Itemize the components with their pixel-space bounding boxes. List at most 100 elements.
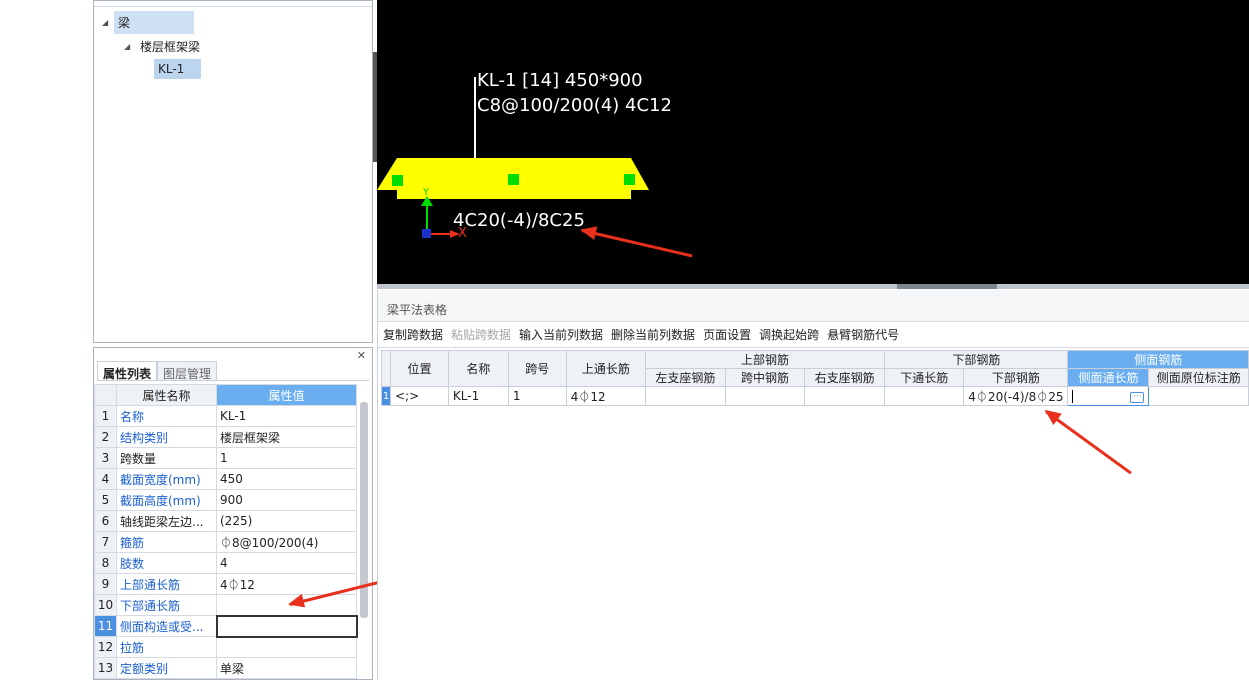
property-row-index: 4: [94, 468, 117, 490]
property-name: 箍筋: [116, 531, 217, 553]
collapse-triangle-icon[interactable]: ◢: [102, 18, 114, 27]
tree-node-floor-frame-beam[interactable]: ◢ 楼层框架梁: [124, 35, 204, 58]
grid-toolbar: 复制跨数据 粘贴跨数据 输入当前列数据 删除当前列数据 页面设置 调换起始跨 悬…: [378, 322, 1249, 348]
property-value[interactable]: 楼层框架梁: [216, 426, 357, 448]
cell-side-original[interactable]: [1148, 386, 1249, 406]
panel-title: 梁平法表格: [378, 290, 1249, 322]
tree-node-kl-1[interactable]: KL-1: [154, 59, 201, 79]
property-row[interactable]: 9 上部通长筋 4⏀12: [94, 573, 357, 595]
collapse-triangle-icon[interactable]: ◢: [124, 42, 136, 51]
beam-bottom-band: [397, 190, 631, 199]
header-mid-span: 跨中钢筋: [724, 368, 806, 387]
property-row-index: 8: [94, 552, 117, 574]
property-value[interactable]: 900: [216, 489, 357, 511]
property-name: 轴线距梁左边...: [116, 510, 217, 532]
property-row[interactable]: 2 结构类别 楼层框架梁: [94, 426, 357, 448]
property-row[interactable]: 13 定额类别 单梁: [94, 657, 357, 679]
property-row[interactable]: 3 跨数量 1: [94, 447, 357, 469]
header-position: 位置: [390, 350, 449, 387]
property-name: 侧面构造或受...: [116, 615, 217, 637]
beam-node: [624, 174, 635, 185]
property-value[interactable]: 1: [216, 447, 357, 469]
text-caret: [1072, 390, 1074, 403]
cell-bottom-bars[interactable]: 4⏀20(-4)/8⏀25: [963, 386, 1069, 406]
cell-name[interactable]: KL-1: [447, 386, 509, 406]
property-value[interactable]: (225): [216, 510, 357, 532]
property-value[interactable]: ⏀8@100/200(4): [216, 531, 357, 553]
cell-left-support[interactable]: [644, 386, 726, 406]
beam-flat-table-panel: 梁平法表格 复制跨数据 粘贴跨数据 输入当前列数据 删除当前列数据 页面设置 调…: [377, 290, 1249, 680]
input-column-data-button[interactable]: 输入当前列数据: [519, 326, 603, 343]
property-row-index: 5: [94, 489, 117, 511]
copy-span-data-button[interactable]: 复制跨数据: [383, 326, 443, 343]
header-left-support: 左支座钢筋: [644, 368, 726, 387]
property-value[interactable]: KL-1: [216, 405, 357, 427]
property-value[interactable]: 4: [216, 552, 357, 574]
cell-span[interactable]: 1: [507, 386, 567, 406]
property-row[interactable]: 7 箍筋 ⏀8@100/200(4): [94, 531, 357, 553]
cell-top-through[interactable]: 4⏀12: [565, 386, 646, 406]
property-row-index: 11: [94, 615, 117, 637]
property-row[interactable]: 5 截面高度(mm) 900: [94, 489, 357, 511]
property-row[interactable]: 4 截面宽度(mm) 450: [94, 468, 357, 490]
beam-bottom-label: 4C20(-4)/8C25: [453, 210, 585, 231]
property-panel: ✕ 属性列表 图层管理 属性名称 属性值 1 名称 KL-1 2 结构类别 楼层框架梁 3 跨…: [93, 347, 373, 680]
row-index[interactable]: 1: [381, 386, 391, 406]
property-name: 定额类别: [116, 657, 217, 679]
property-name: 跨数量: [116, 447, 217, 469]
header-right-support: 右支座钢筋: [804, 368, 886, 387]
delete-column-data-button[interactable]: 删除当前列数据: [611, 326, 695, 343]
component-tree-panel: ◢ 梁 ◢ 楼层框架梁 KL-1: [93, 0, 373, 343]
property-row-index: 1: [94, 405, 117, 427]
property-row-index: 7: [94, 531, 117, 553]
tab-layer-management[interactable]: 图层管理: [157, 361, 218, 381]
cell-position[interactable]: <;>: [390, 386, 449, 406]
header-bottom-through: 下通长筋: [884, 368, 965, 387]
header-top-rebar-group: 上部钢筋: [644, 350, 886, 369]
property-row[interactable]: 1 名称 KL-1: [94, 405, 357, 427]
splitter-handle[interactable]: [897, 284, 997, 289]
property-row[interactable]: 6 轴线距梁左边... (225): [94, 510, 357, 532]
drawing-canvas[interactable]: KL-1 [14] 450*900 C8@100/200(4) 4C12 4C2…: [377, 0, 1249, 286]
cell-mid-span[interactable]: [724, 386, 806, 406]
beam-drawing: [377, 77, 649, 238]
property-row[interactable]: 12 拉筋: [94, 636, 357, 658]
property-value[interactable]: 单梁: [216, 657, 357, 679]
property-table: 属性名称 属性值 1 名称 KL-1 2 结构类别 楼层框架梁 3 跨数量 1 4 截面宽度(mm)…: [94, 384, 358, 679]
header-top-through: 上通长筋: [565, 350, 646, 387]
canvas-bottom-bar: [377, 284, 1249, 289]
property-name: 结构类别: [116, 426, 217, 448]
property-value[interactable]: 450: [216, 468, 357, 490]
header-bottom-rebar-group: 下部钢筋: [884, 350, 1069, 369]
header-index: [94, 384, 117, 406]
cell-side-through[interactable]: ···: [1067, 386, 1150, 406]
property-value[interactable]: [215, 614, 358, 638]
grid-header-row-1: 位置 名称 跨号 上通长筋 上部钢筋 下部钢筋 侧面钢筋: [381, 350, 1249, 387]
header-bottom-bars: 下部钢筋: [963, 368, 1069, 387]
paste-span-data-button[interactable]: 粘贴跨数据: [451, 326, 511, 343]
axis-origin: [422, 229, 431, 238]
property-name: 上部通长筋: [116, 573, 217, 595]
property-row-index: 10: [94, 594, 117, 616]
property-row-index: 3: [94, 447, 117, 469]
tree-node-beam[interactable]: ◢ 梁: [102, 11, 194, 34]
cell-right-support[interactable]: [804, 386, 886, 406]
header-span: 跨号: [507, 350, 567, 387]
property-row[interactable]: 8 肢数 4: [94, 552, 357, 574]
ellipsis-button[interactable]: ···: [1129, 392, 1145, 403]
page-setup-button[interactable]: 页面设置: [703, 326, 751, 343]
beam-rebar-grid: 位置 名称 跨号 上通长筋 上部钢筋 下部钢筋 侧面钢筋 左支座钢筋 跨中钢筋 …: [381, 350, 1249, 406]
property-name: 拉筋: [116, 636, 217, 658]
header-corner: [381, 350, 391, 387]
cell-bottom-through[interactable]: [884, 386, 965, 406]
tab-property-list[interactable]: 属性列表: [97, 361, 158, 381]
cantilever-rebar-code-button[interactable]: 悬臂钢筋代号: [827, 326, 899, 343]
header-property-name: 属性名称: [116, 384, 217, 406]
swap-start-span-button[interactable]: 调换起始跨: [759, 326, 819, 343]
property-name: 下部通长筋: [116, 594, 217, 616]
table-row[interactable]: 1 <;> KL-1 1 4⏀12 4⏀20(-4)/8⏀25 ···: [381, 386, 1249, 406]
property-row-index: 9: [94, 573, 117, 595]
property-row[interactable]: 11 侧面构造或受...: [94, 614, 358, 638]
tree-node-label: KL-1: [154, 59, 201, 79]
property-value[interactable]: [216, 636, 357, 658]
